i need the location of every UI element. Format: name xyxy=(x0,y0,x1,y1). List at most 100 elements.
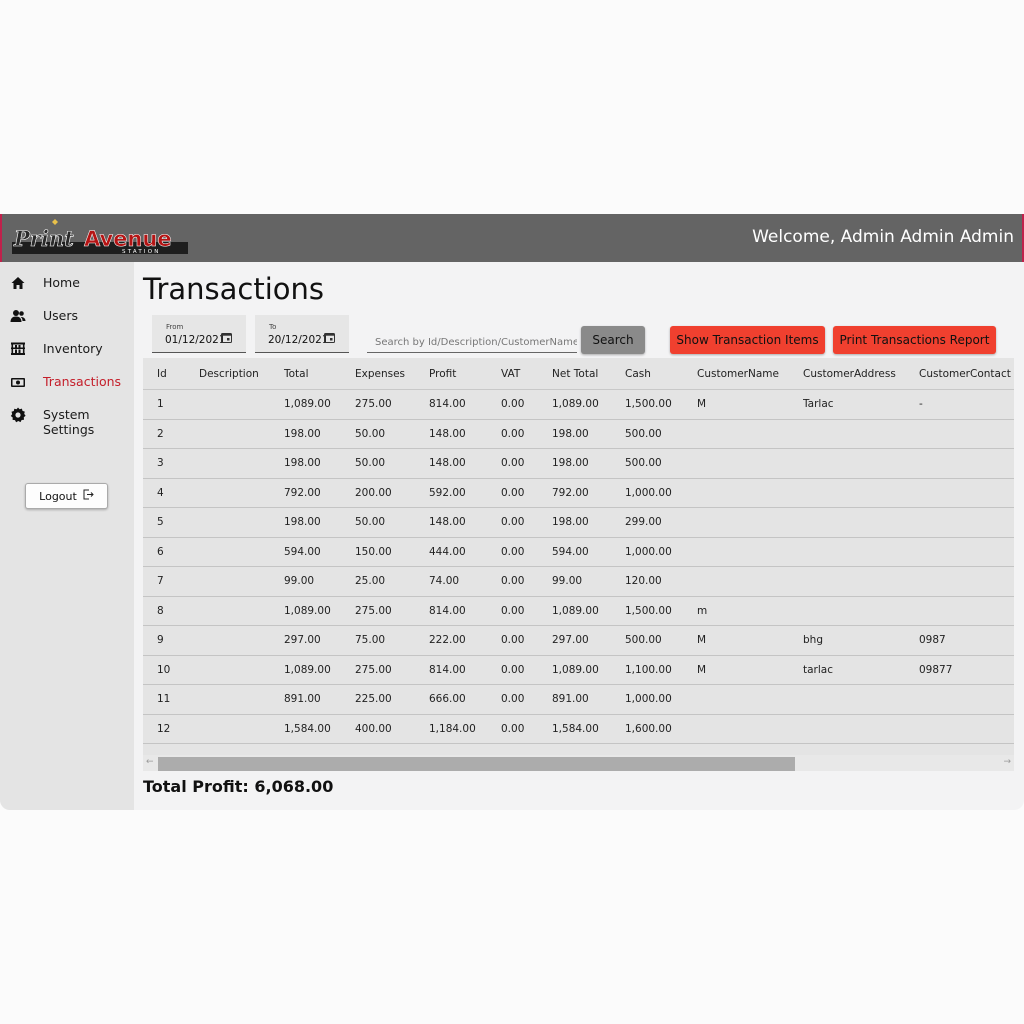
column-header-customer-address[interactable]: CustomerAddress xyxy=(803,358,919,390)
table-row[interactable]: 5 198.00 50.00 148.00 0.00 198.00 299.00 xyxy=(143,507,1014,538)
table-cell: 5 xyxy=(143,507,199,538)
table-cell: 0.00 xyxy=(501,596,552,626)
table-row[interactable]: 10 1,089.00 275.00 814.00 0.00 1,089.00 1,100.… xyxy=(143,655,1014,685)
table-cell: 99.00 xyxy=(552,566,625,597)
table-cell: 0.00 xyxy=(501,507,552,538)
column-header-cash[interactable]: Cash xyxy=(625,358,697,390)
column-header-expenses[interactable]: Expenses xyxy=(355,358,429,390)
table-cell: 275.00 xyxy=(355,655,429,685)
table-row[interactable]: 6 594.00 150.00 444.00 0.00 594.00 1,000.00 xyxy=(143,537,1014,567)
table-cell: 50.00 xyxy=(355,448,429,479)
table-row[interactable]: 3 198.00 50.00 148.00 0.00 198.00 500.00 xyxy=(143,448,1014,479)
to-date-caption: To xyxy=(269,323,277,331)
to-date-value: 20/12/2021 xyxy=(268,334,329,346)
table-cell xyxy=(199,714,284,744)
table-cell xyxy=(199,478,284,508)
sidebar-item-system-settings[interactable]: System Settings xyxy=(0,400,134,437)
column-header-customer-name[interactable]: CustomerName xyxy=(697,358,803,390)
table-cell: 814.00 xyxy=(429,596,501,626)
calendar-icon[interactable] xyxy=(324,328,335,343)
total-profit: Total Profit: 6,068.00 xyxy=(143,777,334,796)
sidebar-item-home[interactable]: Home xyxy=(0,268,134,298)
column-header-description[interactable]: Description xyxy=(199,358,284,390)
table-row[interactable]: 7 99.00 25.00 74.00 0.00 99.00 120.00 xyxy=(143,566,1014,597)
table-cell: 792.00 xyxy=(552,478,625,508)
show-transaction-items-button[interactable]: Show Transaction Items xyxy=(670,326,825,354)
top-bar: Print Avenue STATION Welcome, Admin Admi… xyxy=(0,214,1024,262)
column-header-total[interactable]: Total xyxy=(284,358,355,390)
table-cell xyxy=(697,419,803,449)
table-cell: 666.00 xyxy=(429,684,501,715)
table-cell xyxy=(919,448,1014,479)
table-cell xyxy=(199,507,284,538)
column-header-id[interactable]: Id xyxy=(143,358,199,390)
table-cell xyxy=(697,566,803,597)
table-cell: 592.00 xyxy=(429,478,501,508)
table-cell: M xyxy=(697,655,803,685)
table-cell: Tarlac xyxy=(803,389,919,420)
table-cell: 50.00 xyxy=(355,507,429,538)
table-cell xyxy=(803,714,919,744)
calendar-icon[interactable] xyxy=(221,328,232,343)
print-transactions-report-button[interactable]: Print Transactions Report xyxy=(833,326,996,354)
table-cell: 8 xyxy=(143,596,199,626)
table-row[interactable]: 9 297.00 75.00 222.00 0.00 297.00 500.00 Mbhg 09… xyxy=(143,625,1014,656)
table-cell: 74.00 xyxy=(429,566,501,597)
table-cell: 198.00 xyxy=(284,448,355,479)
table-row[interactable]: 2 198.00 50.00 148.00 0.00 198.00 500.00 xyxy=(143,419,1014,449)
table-row[interactable]: 11 891.00 225.00 666.00 0.00 891.00 1,000.00 xyxy=(143,684,1014,715)
search-button[interactable]: Search xyxy=(581,326,645,354)
table-cell: m xyxy=(697,596,803,626)
logout-icon xyxy=(83,489,94,503)
logout-button[interactable]: Logout xyxy=(25,483,108,509)
table-cell: 1,089.00 xyxy=(552,596,625,626)
column-header-profit[interactable]: Profit xyxy=(429,358,501,390)
table-cell: 10 xyxy=(143,655,199,685)
search-input[interactable] xyxy=(367,333,577,353)
table-cell: 75.00 xyxy=(355,625,429,656)
table-cell: 1,089.00 xyxy=(552,389,625,420)
gear-icon xyxy=(10,407,26,423)
table-cell: 594.00 xyxy=(284,537,355,567)
from-date-caption: From xyxy=(166,323,184,331)
sidebar-item-label: Transactions xyxy=(43,374,122,389)
users-icon xyxy=(10,308,26,324)
table-cell: 1,500.00 xyxy=(625,596,697,626)
scrollbar-thumb[interactable] xyxy=(158,757,795,771)
table-row[interactable]: 1 1,089.00 275.00 814.00 0.00 1,089.00 1,500.0… xyxy=(143,389,1014,420)
horizontal-scrollbar[interactable]: ← → xyxy=(143,755,1014,771)
table-cell: 1,089.00 xyxy=(284,389,355,420)
sidebar-item-inventory[interactable]: Inventory xyxy=(0,334,134,364)
table-header-row: Id Description Total Expenses Profit VAT… xyxy=(143,358,1014,390)
sidebar-item-transactions[interactable]: Transactions xyxy=(0,367,134,397)
table-cell: 148.00 xyxy=(429,507,501,538)
column-header-net-total[interactable]: Net Total xyxy=(552,358,625,390)
table-cell: 792.00 xyxy=(284,478,355,508)
table-cell: 0987 xyxy=(919,625,1014,656)
transactions-table: Id Description Total Expenses Profit VAT… xyxy=(143,358,1014,771)
scroll-left-arrow-icon[interactable]: ← xyxy=(146,757,154,767)
table-cell: 275.00 xyxy=(355,596,429,626)
table-cell: 0.00 xyxy=(501,655,552,685)
table-row[interactable]: 8 1,089.00 275.00 814.00 0.00 1,089.00 1,500.0… xyxy=(143,596,1014,626)
table-row[interactable]: 4 792.00 200.00 592.00 0.00 792.00 1,000.00 xyxy=(143,478,1014,508)
sidebar-item-users[interactable]: Users xyxy=(0,301,134,331)
table-cell: 7 xyxy=(143,566,199,597)
table-cell: 6 xyxy=(143,537,199,567)
table-cell: 594.00 xyxy=(552,537,625,567)
column-header-customer-contact[interactable]: CustomerContact xyxy=(919,358,1014,390)
table-cell xyxy=(919,714,1014,744)
table-cell: 222.00 xyxy=(429,625,501,656)
table-cell: 198.00 xyxy=(284,419,355,449)
home-icon xyxy=(10,275,26,291)
to-date-picker[interactable]: To 20/12/2021 xyxy=(255,315,349,353)
from-date-picker[interactable]: From 01/12/2021 xyxy=(152,315,246,353)
scroll-right-arrow-icon[interactable]: → xyxy=(1003,757,1011,767)
table-body: 1 1,089.00 275.00 814.00 0.00 1,089.00 1,500.0… xyxy=(143,389,1014,744)
table-cell: 0.00 xyxy=(501,478,552,508)
table-cell xyxy=(803,478,919,508)
table-cell: 275.00 xyxy=(355,389,429,420)
table-cell: 1,600.00 xyxy=(625,714,697,744)
table-row[interactable]: 12 1,584.00 400.00 1,184.00 0.00 1,584.00 1,60… xyxy=(143,714,1014,744)
column-header-vat[interactable]: VAT xyxy=(501,358,552,390)
